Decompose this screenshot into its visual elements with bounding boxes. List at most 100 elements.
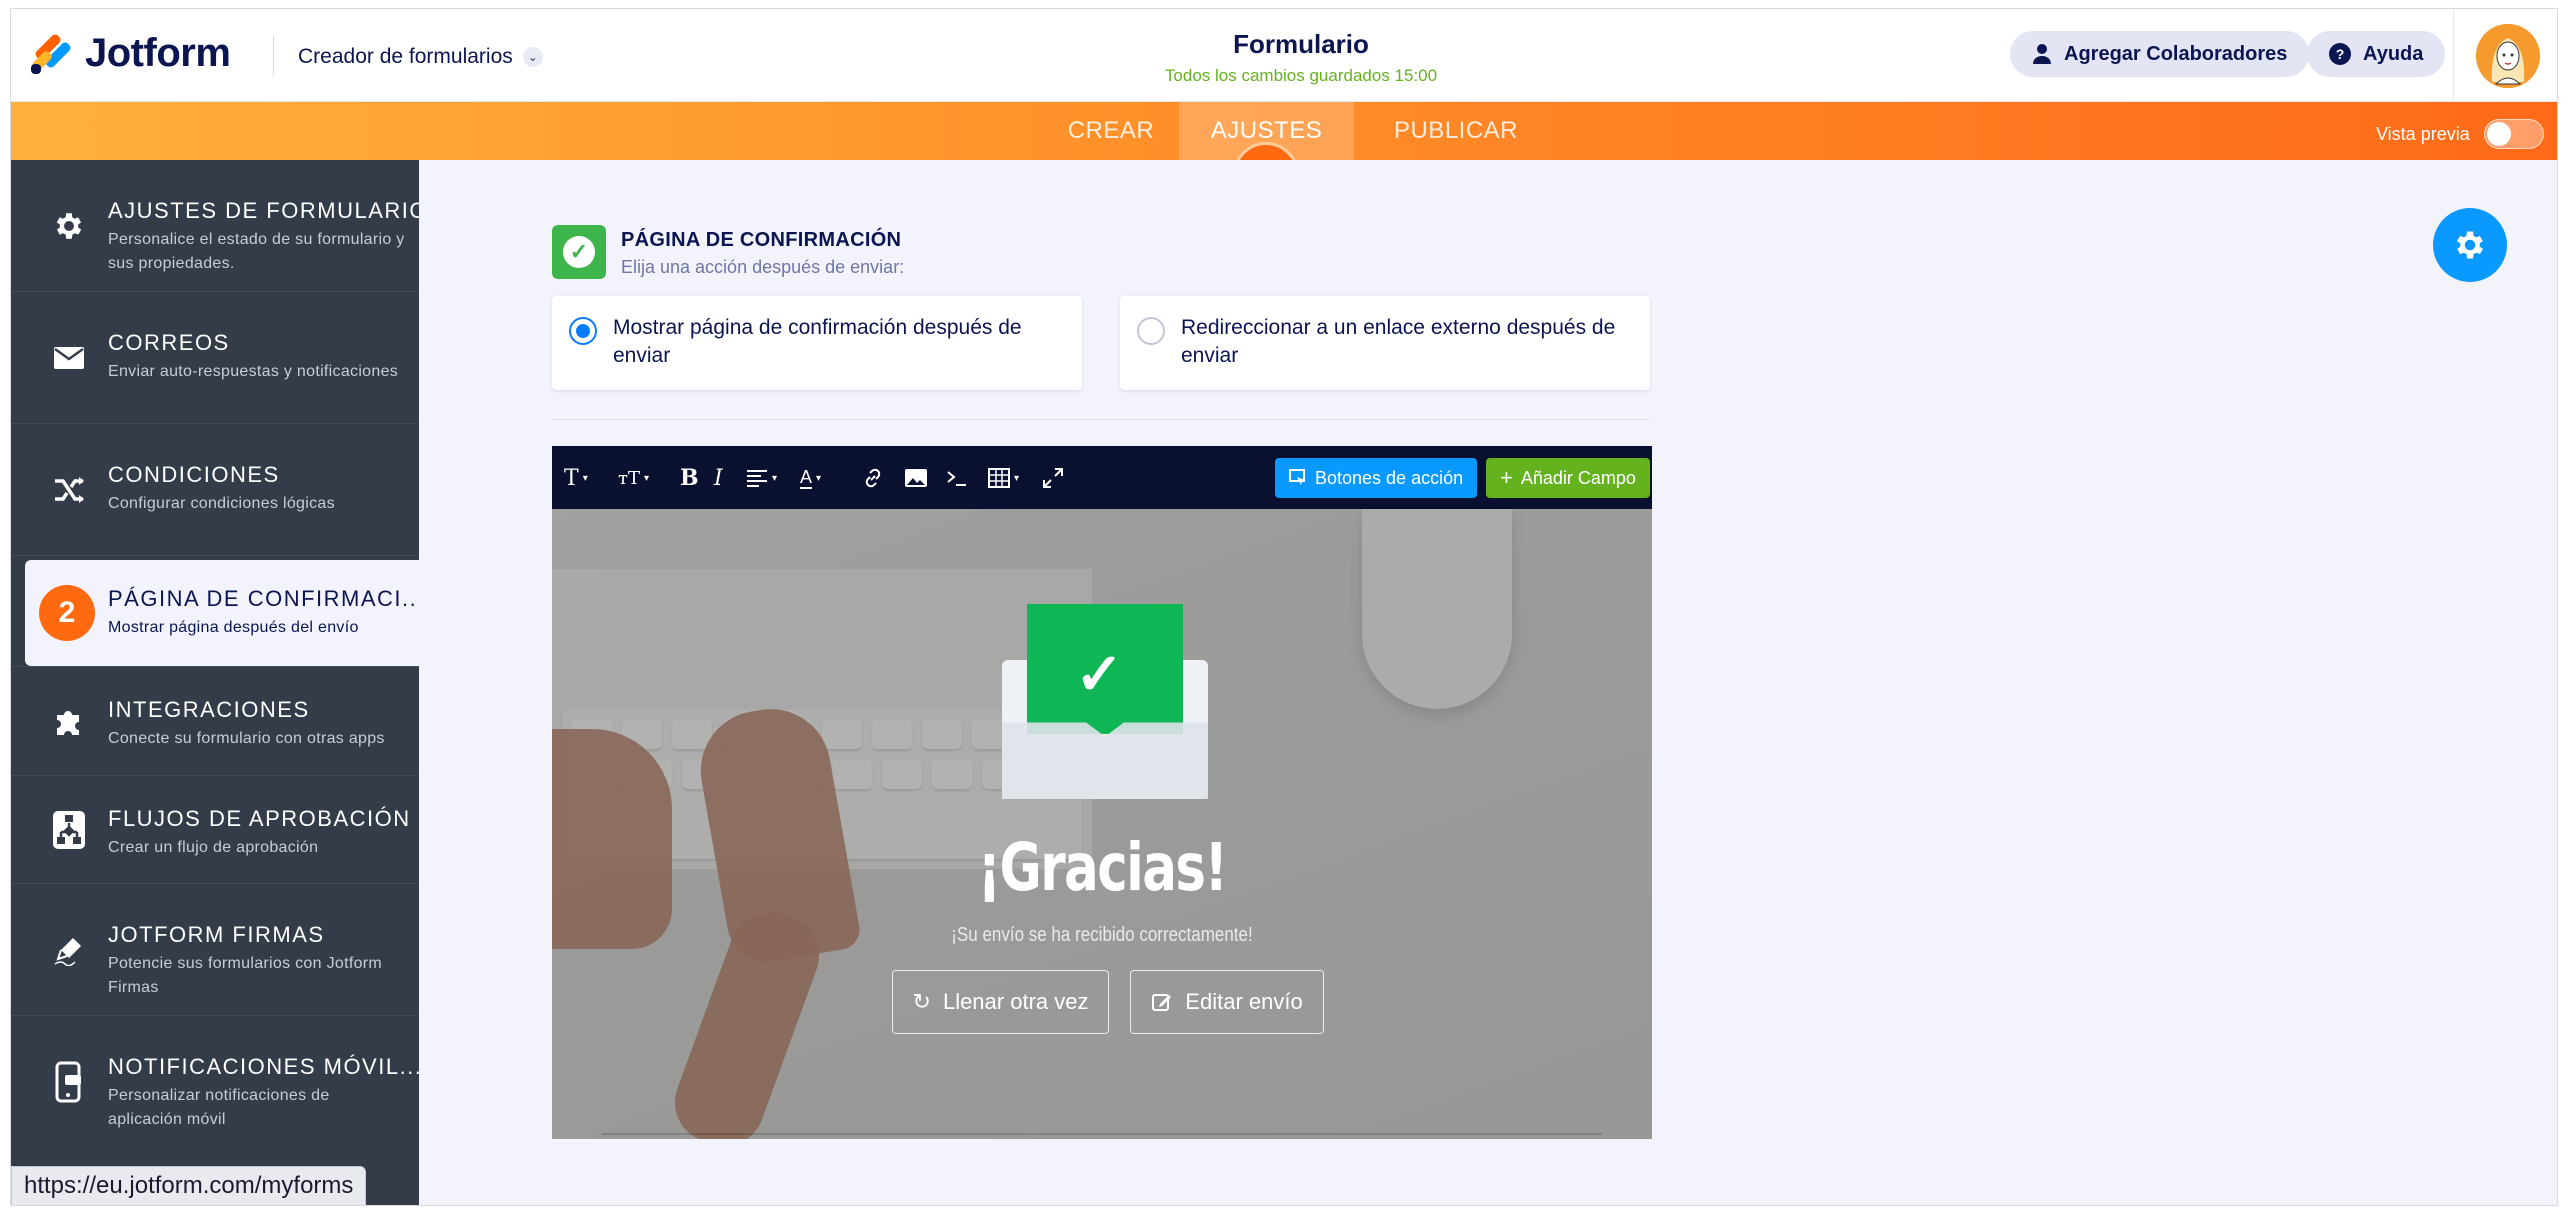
edit-icon [1152,994,1172,1011]
status-bar-url: https://eu.jotform.com/myforms [11,1166,367,1205]
terminal-icon [947,471,966,486]
chevron-down-icon: ⌄ [522,47,543,67]
sidebar-item-desc: Configurar condiciones lógicas [108,495,335,512]
code-button[interactable] [946,463,968,493]
image-icon [905,469,927,487]
form-title[interactable]: Formulario [1031,29,1571,60]
save-status: Todos los cambios guardados 15:00 [1164,66,1438,85]
add-field-button[interactable]: + Añadir Campo [1486,458,1650,498]
font-style-dropdown[interactable]: T ▾ [564,463,588,493]
option-label: Mostrar página de confirmación después d… [613,316,1022,367]
italic-button[interactable]: I [714,463,723,493]
help-label: Ayuda [2363,42,2424,65]
question-icon: ? [2329,43,2351,65]
edit-submission-label: Editar envío [1185,989,1303,1014]
confirmation-check-icon: ✓ [552,225,606,279]
thankyou-canvas[interactable]: ✓ ¡Gracias! ¡Su envío se ha recibido cor… [552,509,1652,1139]
section-divider [552,419,1650,420]
fullscreen-button[interactable] [1042,463,1064,493]
confirmation-title: PÁGINA DE CONFIRMACIÓN [621,229,902,251]
edit-submission-button[interactable]: Editar envío [1130,970,1324,1034]
thankyou-message[interactable]: ¡Su envío se ha recibido correctamente! [635,924,1570,947]
header-divider-right [2453,9,2454,102]
align-left-icon [747,470,767,487]
sidebar-item-conditions[interactable]: CONDICIONES Configurar condiciones lógic… [11,424,419,556]
envelope-icon [51,340,87,376]
puzzle-icon [51,703,87,739]
form-title-area: Formulario Todos los cambios guardados 1… [1031,29,1571,86]
fill-again-button[interactable]: ↻ Llenar otra vez [892,970,1109,1034]
bold-button[interactable]: B [680,463,699,493]
font-size-dropdown[interactable]: тT ▾ [618,463,649,493]
sidebar-item-approval-flows[interactable]: FLUJOS DE APROBACIÓN Crear un flujo de a… [11,776,419,884]
user-avatar[interactable] [2476,24,2540,88]
shuffle-icon [51,472,87,508]
sidebar-item-title: JOTFORM FIRMAS [108,922,325,947]
help-button[interactable]: ? Ayuda [2307,31,2446,77]
refresh-icon: ↻ [912,989,931,1014]
thankyou-heading[interactable]: ¡Gracias! [673,829,1531,906]
sidebar-item-mobile-notifications[interactable]: NOTIFICACIONES MÓVIL... Personalizar not… [11,1016,423,1148]
thankyou-editor: T ▾ тT ▾ B I ▾ A ▾ ▾ Botones de acción +… [552,446,1652,1139]
table-dropdown[interactable]: ▾ [988,463,1019,493]
tab-publicar[interactable]: PUBLICAR [1381,102,1531,160]
form-creator-label: Creador de formularios [298,45,513,68]
radio-unselected[interactable] [1137,317,1165,345]
app-window: Jotform Creador de formularios ⌄ Formula… [10,8,2558,1206]
envelope-check-illustration: ✓ [1002,604,1208,799]
sidebar-item-desc: Personalizar notificaciones de aplicació… [108,1087,330,1128]
sidebar-item-title: NOTIFICACIONES MÓVIL... [108,1054,423,1079]
option-show-confirmation[interactable]: Mostrar página de confirmación después d… [552,296,1082,390]
text-color-dropdown[interactable]: A ▾ [800,463,821,493]
radio-selected[interactable] [569,317,597,345]
pen-icon [51,932,87,968]
gear-icon [51,208,87,244]
add-collaborators-button[interactable]: Agregar Colaboradores [2010,31,2310,77]
sidebar-item-emails[interactable]: CORREOS Enviar auto-respuestas y notific… [11,292,419,424]
add-collaborators-label: Agregar Colaboradores [2064,42,2288,65]
align-dropdown[interactable]: ▾ [746,463,777,493]
image-button[interactable] [904,463,928,493]
step-2-badge: 2 [39,585,95,641]
preview-label: Vista previa [2376,123,2470,144]
avatar-illustration [2476,24,2540,88]
sidebar-item-title: CORREOS [108,330,230,355]
gear-icon [2457,231,2483,259]
sidebar-item-desc: Mostrar página después del envío [108,619,359,636]
toggle-knob [2486,122,2511,146]
tab-crear[interactable]: CREAR [1051,102,1171,160]
add-field-label: Añadir Campo [1520,467,1636,488]
link-button[interactable] [862,463,884,493]
sidebar-item-title: FLUJOS DE APROBACIÓN [108,806,411,831]
sidebar-item-desc: Enviar auto-respuestas y notificaciones [108,363,399,380]
option-label: Redireccionar a un enlace externo despué… [1181,316,1616,367]
sidebar-item-form-settings[interactable]: AJUSTES DE FORMULARIO Personalice el est… [11,160,426,292]
plus-icon: + [1500,465,1513,490]
settings-sidebar: AJUSTES DE FORMULARIO Personalice el est… [11,160,426,1205]
sidebar-item-jotform-sign[interactable]: JOTFORM FIRMAS Potencie sus formularios … [11,884,419,1016]
editor-toolbar: T ▾ тT ▾ B I ▾ A ▾ ▾ Botones de acción +… [552,446,1652,509]
sidebar-item-desc: Potencie sus formularios con Jotform Fir… [108,955,383,996]
preview-toggle[interactable] [2483,119,2544,149]
settings-fab-button[interactable] [2433,208,2507,282]
flow-icon [51,810,87,849]
top-header: Jotform Creador de formularios ⌄ Formula… [11,9,2557,102]
sidebar-item-title: INTEGRACIONES [108,697,310,722]
sidebar-item-desc: Crear un flujo de aprobación [108,839,319,856]
sidebar-item-desc: Conecte su formulario con otras apps [108,730,385,747]
option-redirect-external[interactable]: Redireccionar a un enlace externo despué… [1120,296,1650,390]
user-icon [2033,44,2051,64]
expand-icon [1043,468,1063,488]
link-icon [865,468,881,488]
sidebar-item-title: AJUSTES DE FORMULARIO [108,198,428,223]
sidebar-item-title: CONDICIONES [108,462,280,487]
confirmation-subtitle: Elija una acción después de enviar: [621,257,905,277]
cursor-icon [1289,469,1305,485]
sidebar-item-desc: Personalice el estado de su formulario y… [108,231,405,272]
jotform-logo[interactable]: Jotform [29,31,231,76]
action-buttons-button[interactable]: Botones de acción [1275,458,1478,498]
sidebar-item-confirmation-page[interactable]: 2 PÁGINA DE CONFIRMACI... Mostrar página… [25,560,423,666]
sidebar-item-title: PÁGINA DE CONFIRMACI... [108,586,425,611]
form-creator-dropdown[interactable]: Creador de formularios ⌄ [298,45,543,69]
sidebar-item-integrations[interactable]: INTEGRACIONES Conecte su formulario con … [11,666,419,776]
